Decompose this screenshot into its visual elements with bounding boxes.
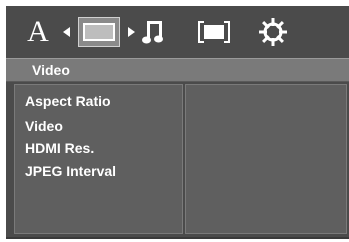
settings-gear-icon[interactable] bbox=[257, 6, 289, 58]
bottom-divider bbox=[6, 237, 349, 239]
top-icon-bar: A bbox=[6, 6, 349, 58]
language-icon[interactable]: A bbox=[24, 6, 52, 58]
section-title-bar: Video bbox=[6, 58, 349, 82]
right-arrow-icon bbox=[125, 6, 137, 58]
menu-item-aspect-ratio[interactable]: Aspect Ratio bbox=[25, 93, 111, 109]
audio-icon[interactable] bbox=[138, 6, 170, 58]
language-icon-glyph: A bbox=[27, 15, 49, 48]
menu-item-hdmi-res[interactable]: HDMI Res. bbox=[25, 140, 94, 156]
menu-item-jpeg-interval[interactable]: JPEG Interval bbox=[25, 163, 116, 179]
left-arrow-icon bbox=[61, 6, 73, 58]
menu-options-panel bbox=[185, 84, 347, 234]
menu-item-video[interactable]: Video bbox=[25, 118, 63, 134]
screen-ratio-icon[interactable] bbox=[196, 6, 232, 58]
display-icon[interactable] bbox=[76, 6, 122, 58]
section-title: Video bbox=[32, 62, 70, 78]
osd-menu: A Video Aspect Ratio Video HDMI Res. JPE… bbox=[6, 6, 349, 239]
